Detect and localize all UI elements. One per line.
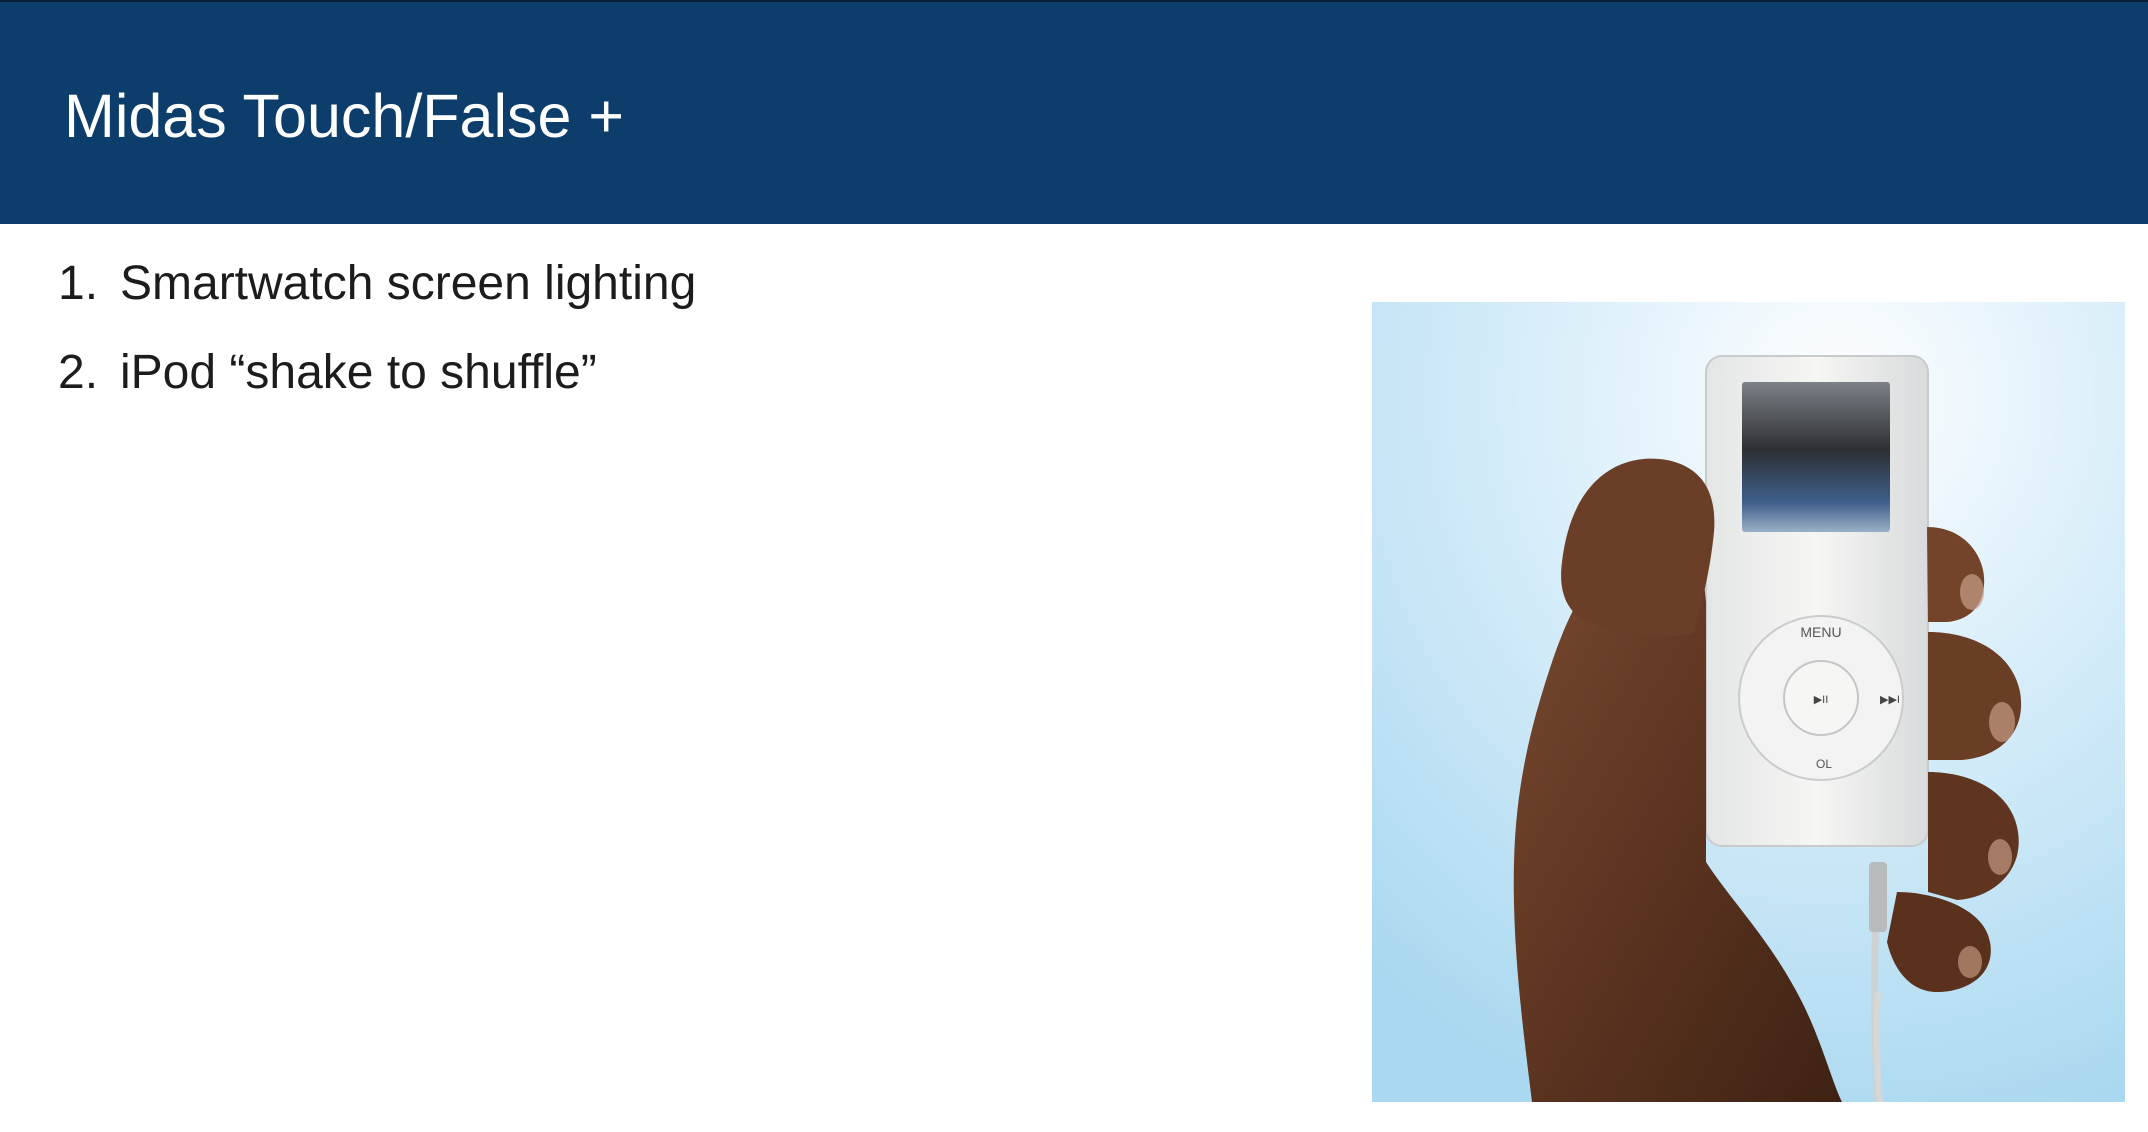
ipod-icon: MENU ▶II ▶▶I OL: [1705, 355, 1929, 847]
fingernail: [1989, 702, 2015, 742]
ipod-screen: [1742, 382, 1890, 532]
headphone-cable-lower: [1873, 991, 1883, 1102]
ipod-hand-photo: MENU ▶II ▶▶I OL: [1372, 302, 2125, 1102]
wheel-play-pause-label: ▶II: [1814, 694, 1829, 706]
title-bar: Midas Touch/False +: [0, 0, 2148, 224]
list-item: 2. iPod “shake to shuffle”: [58, 343, 696, 403]
list-item-text: Smartwatch screen lighting: [120, 257, 697, 310]
wheel-next-label: ▶▶I: [1880, 694, 1900, 706]
slide: Midas Touch/False + 1. Smartwatch screen …: [0, 0, 2148, 1132]
wheel-menu-label: MENU: [1800, 624, 1841, 640]
fingernail: [1960, 574, 1984, 610]
list-item-number: 1.: [58, 257, 99, 310]
slide-title: Midas Touch/False +: [64, 82, 625, 150]
list-item: 1. Smartwatch screen lighting: [58, 254, 696, 314]
fingernail: [1988, 839, 2012, 875]
list-item-number: 2.: [58, 346, 99, 399]
headphone-plug: [1869, 862, 1887, 932]
list-item-text: iPod “shake to shuffle”: [120, 346, 597, 399]
numbered-list: 1. Smartwatch screen lighting 2. iPod “sha…: [58, 254, 696, 432]
wheel-vol-label: OL: [1816, 757, 1832, 771]
fingernail: [1958, 946, 1982, 978]
